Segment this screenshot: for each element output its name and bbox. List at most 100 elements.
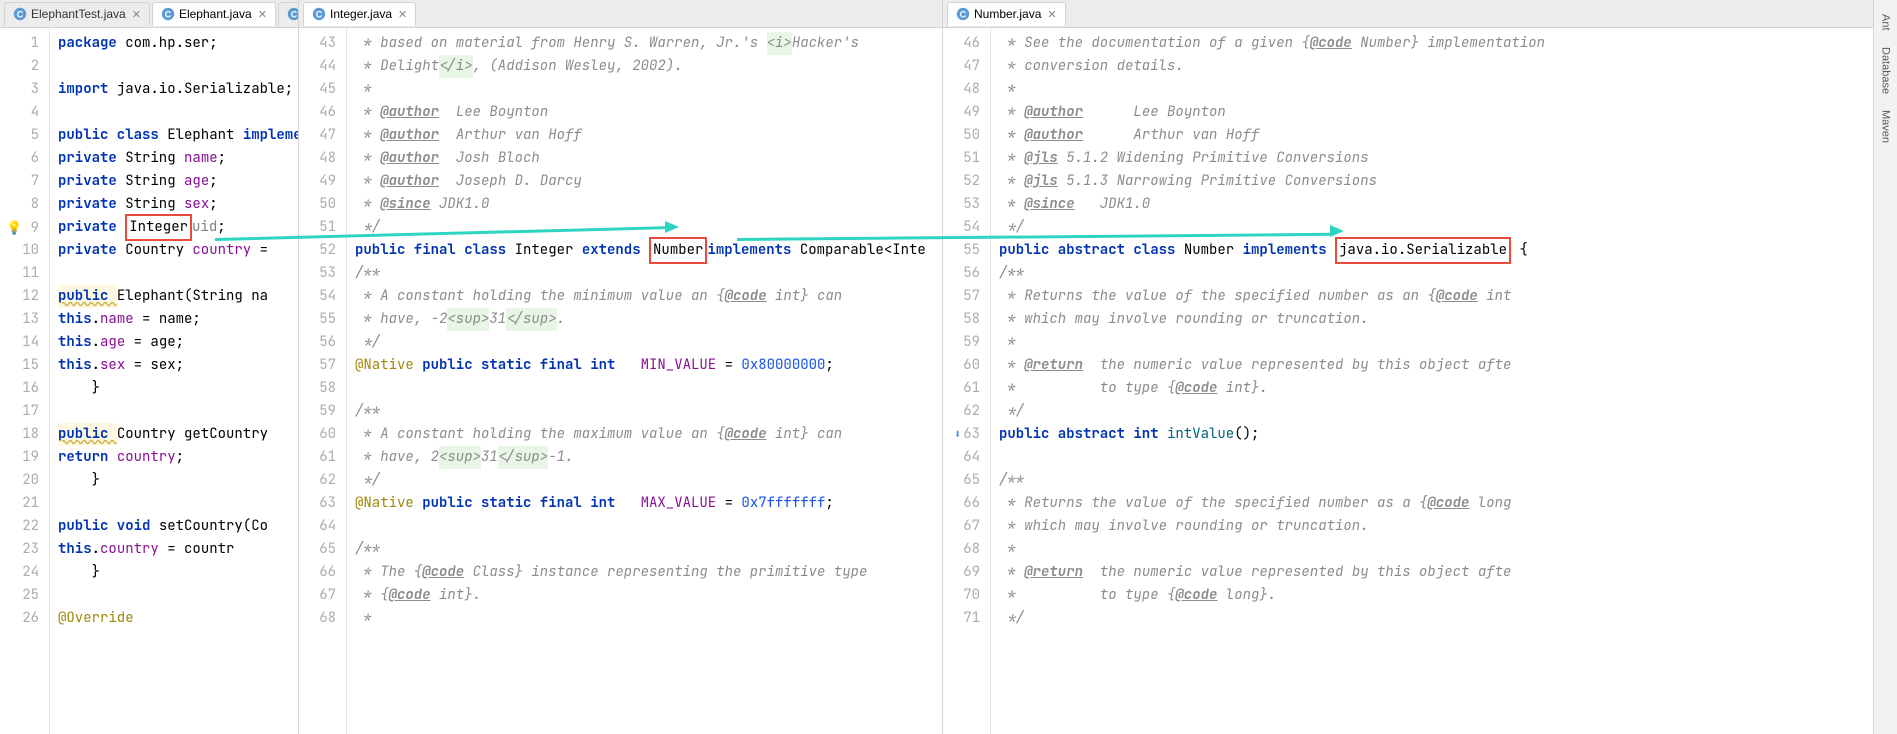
line-number[interactable]: 69 [949, 561, 980, 584]
code-content-2[interactable]: * based on material from Henry S. Warren… [347, 28, 942, 734]
code-line[interactable]: private String sex; [58, 193, 298, 216]
code-line[interactable]: public Country getCountry [58, 423, 298, 446]
line-number[interactable]: 56 [305, 331, 336, 354]
line-number[interactable]: 21 [6, 492, 39, 515]
code-line[interactable] [58, 262, 298, 285]
code-line[interactable] [58, 584, 298, 607]
line-number[interactable]: 8 [6, 193, 39, 216]
code-line[interactable]: /** [999, 469, 1896, 492]
line-number[interactable]: 64 [949, 446, 980, 469]
code-line[interactable]: public class Elephant impleme [58, 124, 298, 147]
line-number[interactable]: 14 [6, 331, 39, 354]
line-number[interactable]: 59 [305, 400, 336, 423]
code-line[interactable]: * @author Arthur van Hoff [355, 124, 942, 147]
close-icon[interactable]: ✕ [132, 8, 141, 21]
code-line[interactable]: * Delight</i>, (Addison Wesley, 2002). [355, 55, 942, 78]
code-line[interactable]: @Native public static final int MAX_VALU… [355, 492, 942, 515]
code-line[interactable]: /** [999, 262, 1896, 285]
code-line[interactable]: * [355, 607, 942, 630]
code-line[interactable]: * @since JDK1.0 [999, 193, 1896, 216]
line-number[interactable]: 18 [6, 423, 39, 446]
tool-window-maven[interactable]: Maven [1878, 104, 1894, 149]
line-number[interactable]: 1 [6, 32, 39, 55]
code-line[interactable]: * to type {@code int}. [999, 377, 1896, 400]
tool-window-ant[interactable]: Ant [1878, 8, 1894, 37]
code-line[interactable]: package com.hp.ser; [58, 32, 298, 55]
code-line[interactable]: * [355, 78, 942, 101]
code-line[interactable]: * @return the numeric value represented … [999, 354, 1896, 377]
tab-p1-1[interactable]: CElephant.java✕ [152, 2, 276, 26]
line-number[interactable]: 66 [305, 561, 336, 584]
tab-p2-0[interactable]: CInteger.java✕ [303, 2, 416, 26]
line-number[interactable]: 63 [305, 492, 336, 515]
line-number[interactable]: 47 [949, 55, 980, 78]
line-number[interactable]: 20 [6, 469, 39, 492]
line-number[interactable]: 53 [949, 193, 980, 216]
code-line[interactable]: * The {@code Class} instance representin… [355, 561, 942, 584]
line-number[interactable]: 62 [305, 469, 336, 492]
line-number[interactable]: 46 [949, 32, 980, 55]
code-line[interactable]: */ [355, 469, 942, 492]
code-area-1[interactable]: 12345678💡 910111213141516171819202122232… [0, 28, 298, 734]
gutter-3[interactable]: 4647484950515253545556575859606162⬇63646… [943, 28, 991, 734]
code-line[interactable] [999, 446, 1896, 469]
code-line[interactable]: * to type {@code long}. [999, 584, 1896, 607]
line-number[interactable]: 52 [949, 170, 980, 193]
code-line[interactable]: * which may involve rounding or truncati… [999, 308, 1896, 331]
code-line[interactable]: * which may involve rounding or truncati… [999, 515, 1896, 538]
line-number[interactable]: 71 [949, 607, 980, 630]
line-number[interactable]: 66 [949, 492, 980, 515]
code-line[interactable]: /** [355, 538, 942, 561]
code-line[interactable]: * Returns the value of the specified num… [999, 492, 1896, 515]
line-number[interactable]: 47 [305, 124, 336, 147]
line-number[interactable]: 25 [6, 584, 39, 607]
code-content-1[interactable]: package com.hp.ser; import java.io.Serial… [50, 28, 298, 734]
code-line[interactable]: */ [999, 607, 1896, 630]
line-number[interactable]: 13 [6, 308, 39, 331]
line-number[interactable]: 54 [305, 285, 336, 308]
code-line[interactable]: private Integer uid; [58, 216, 298, 239]
line-number[interactable]: 💡 9 [6, 216, 39, 239]
code-line[interactable]: this.age = age; [58, 331, 298, 354]
line-number[interactable]: 55 [305, 308, 336, 331]
line-number[interactable]: 7 [6, 170, 39, 193]
code-area-2[interactable]: 4344454647484950515253545556575859606162… [299, 28, 942, 734]
line-number[interactable]: 64 [305, 515, 336, 538]
line-number[interactable]: 50 [305, 193, 336, 216]
line-number[interactable]: 67 [305, 584, 336, 607]
tab-p1-0[interactable]: CElephantTest.java✕ [4, 2, 150, 26]
code-line[interactable]: public abstract class Number implements … [999, 239, 1896, 262]
line-number[interactable]: 68 [305, 607, 336, 630]
code-line[interactable]: * @author Arthur van Hoff [999, 124, 1896, 147]
code-line[interactable]: * A constant holding the minimum value a… [355, 285, 942, 308]
code-line[interactable]: @Override [58, 607, 298, 630]
line-number[interactable]: 65 [949, 469, 980, 492]
close-icon[interactable]: ✕ [1047, 8, 1056, 21]
line-number[interactable]: 5 [6, 124, 39, 147]
tool-window-database[interactable]: Database [1878, 41, 1894, 100]
line-number[interactable]: 48 [305, 147, 336, 170]
code-line[interactable]: * Returns the value of the specified num… [999, 285, 1896, 308]
code-line[interactable]: * @return the numeric value represented … [999, 561, 1896, 584]
code-line[interactable]: */ [999, 400, 1896, 423]
gutter-1[interactable]: 12345678💡 910111213141516171819202122232… [0, 28, 50, 734]
code-line[interactable] [58, 101, 298, 124]
code-line[interactable]: * @author Lee Boynton [999, 101, 1896, 124]
code-line[interactable]: public void setCountry(Co [58, 515, 298, 538]
line-number[interactable]: 45 [305, 78, 336, 101]
code-line[interactable]: * [999, 538, 1896, 561]
line-number[interactable]: 52 [305, 239, 336, 262]
line-number[interactable]: 43 [305, 32, 336, 55]
override-icon[interactable]: ⬇ [954, 426, 961, 442]
line-number[interactable]: 58 [949, 308, 980, 331]
line-number[interactable]: 61 [305, 446, 336, 469]
code-line[interactable]: public final class Integer extends Numbe… [355, 239, 942, 262]
code-line[interactable] [58, 55, 298, 78]
line-number[interactable]: 22 [6, 515, 39, 538]
line-number[interactable]: 46 [305, 101, 336, 124]
error-stripe-2[interactable] [932, 28, 942, 734]
line-number[interactable]: 4 [6, 101, 39, 124]
line-number[interactable]: 48 [949, 78, 980, 101]
code-line[interactable]: import java.io.Serializable; [58, 78, 298, 101]
code-line[interactable]: * @jls 5.1.3 Narrowing Primitive Convers… [999, 170, 1896, 193]
